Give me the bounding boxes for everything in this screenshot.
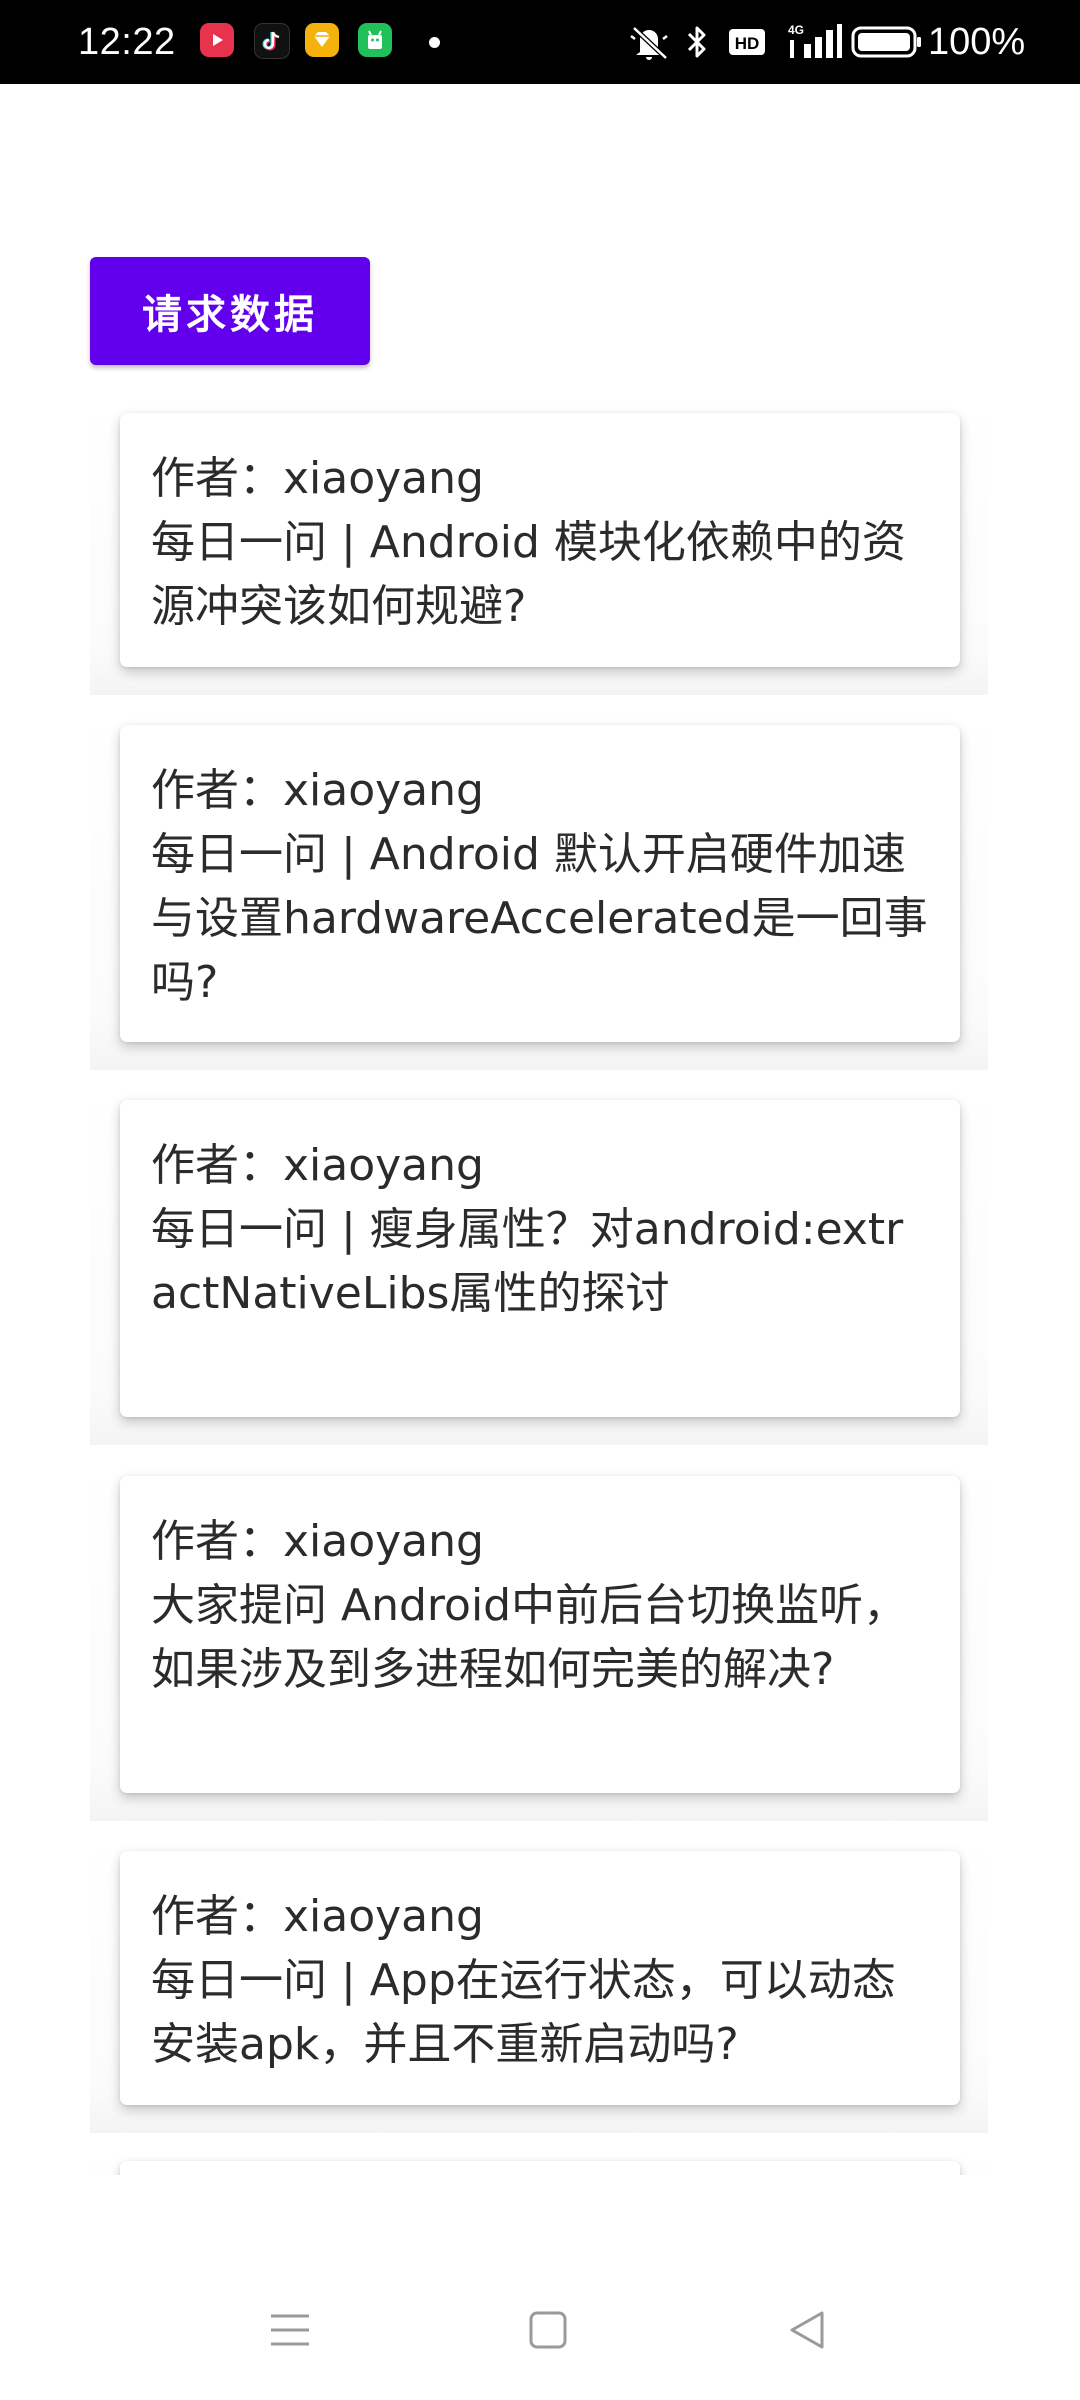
yellow-app-icon: [305, 23, 339, 57]
green-app-icon: [358, 23, 392, 57]
request-data-button[interactable]: 请求数据: [90, 257, 370, 365]
article-title: 每日一问 | Android 模块化依赖中的资源冲突该如何规避?: [151, 517, 906, 632]
list-item[interactable]: 作者：xiaoyang 大家提问 Android中前后台切换监听，如果涉及到多进…: [90, 1458, 988, 1821]
list-item[interactable]: 作者：xiaoyang 每日一问 | Android 模块化依赖中的资源冲突该如…: [90, 395, 988, 695]
article-title: 每日一问 | App在运行状态，可以动态安装apk，并且不重新启动吗?: [151, 1955, 896, 2070]
list-item[interactable]: 作者：xiaoyang 每日一问 | 瘦身属性？对android:extract…: [90, 1082, 988, 1445]
back-icon[interactable]: [767, 2290, 847, 2370]
network-label: 4G: [788, 23, 804, 37]
battery-icon: [851, 20, 923, 64]
article-author: 作者：xiaoyang: [151, 453, 484, 504]
mute-icon: [626, 20, 672, 64]
article-author: 作者：xiaoyang: [151, 1516, 484, 1567]
article-author: 作者：xiaoyang: [151, 1891, 484, 1942]
status-time: 12:22: [78, 21, 176, 63]
article-card-partial[interactable]: [120, 2161, 960, 2175]
menu-icon[interactable]: [250, 2290, 330, 2370]
status-bar: 12:22 HD 4G 100%: [0, 0, 1080, 84]
list-item[interactable]: 作者：xiaoyang 每日一问 | App在运行状态，可以动态安装apk，并且…: [90, 1833, 988, 2133]
article-card[interactable]: 作者：xiaoyang 每日一问 | Android 默认开启硬件加速与设置ha…: [120, 725, 960, 1042]
more-notifications-dot: [429, 37, 440, 48]
article-card[interactable]: 作者：xiaoyang 每日一问 | 瘦身属性？对android:extract…: [120, 1100, 960, 1417]
list-item[interactable]: 作者：xiaoyang 每日一问 | Android 默认开启硬件加速与设置ha…: [90, 707, 988, 1070]
article-author: 作者：xiaoyang: [151, 1140, 484, 1191]
article-title: 大家提问 Android中前后台切换监听，如果涉及到多进程如何完美的解决?: [151, 1580, 908, 1695]
bluetooth-icon: [684, 20, 710, 64]
video-app-icon: [200, 23, 234, 57]
list-item-partial[interactable]: [90, 2143, 988, 2175]
home-icon[interactable]: [508, 2290, 588, 2370]
signal-icon: 4G: [786, 20, 842, 64]
navigation-bar: [0, 2250, 1080, 2400]
article-list[interactable]: 作者：xiaoyang 每日一问 | Android 模块化依赖中的资源冲突该如…: [90, 395, 988, 2175]
article-card[interactable]: 作者：xiaoyang 每日一问 | Android 模块化依赖中的资源冲突该如…: [120, 413, 960, 667]
tiktok-icon: [254, 23, 290, 59]
battery-percentage: 100%: [928, 21, 1026, 63]
article-title: 每日一问 | Android 默认开启硬件加速与设置hardwareAccele…: [151, 829, 928, 1008]
article-author: 作者：xiaoyang: [151, 765, 484, 816]
article-title: 每日一问 | 瘦身属性？对android:extractNativeLibs属性…: [151, 1204, 904, 1319]
article-card[interactable]: 作者：xiaoyang 大家提问 Android中前后台切换监听，如果涉及到多进…: [120, 1476, 960, 1793]
hd-icon: HD: [727, 20, 767, 64]
hd-label: HD: [735, 34, 760, 53]
article-card[interactable]: 作者：xiaoyang 每日一问 | App在运行状态，可以动态安装apk，并且…: [120, 1851, 960, 2105]
